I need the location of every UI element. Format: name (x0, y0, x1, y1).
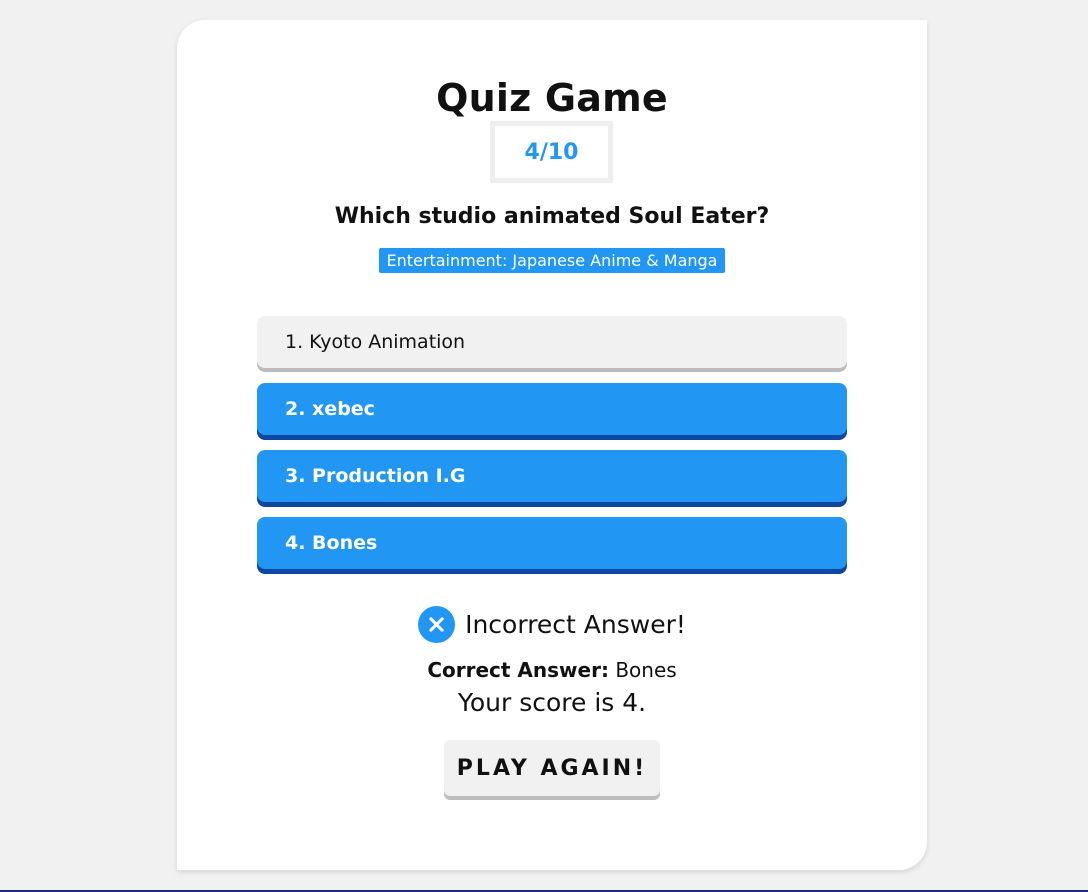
question-text: Which studio animated Soul Eater? (334, 204, 770, 229)
correct-answer-line: Correct Answer: Bones (177, 658, 927, 682)
quiz-card: Quiz Game 4/10 Which studio animated Sou… (177, 20, 927, 870)
result-text: Incorrect Answer! (465, 610, 686, 639)
page-title: Quiz Game (436, 76, 668, 120)
category-container: Entertainment: Japanese Anime & Manga (177, 248, 927, 273)
answer-option-1[interactable]: 1. Kyoto Animation (257, 316, 847, 368)
correct-answer-value: Bones (615, 658, 677, 682)
correct-answer-label: Correct Answer: (427, 658, 609, 682)
answer-option-4[interactable]: 4. Bones (257, 517, 847, 569)
answer-option-label: 4. Bones (285, 532, 378, 554)
answer-option-label: 2. xebec (285, 398, 375, 420)
answer-option-3[interactable]: 3. Production I.G (257, 450, 847, 502)
answer-list: 1. Kyoto Animation 2. xebec 3. Productio… (257, 316, 847, 584)
result-message: Incorrect Answer! (177, 606, 927, 643)
answer-option-label: 3. Production I.G (285, 465, 466, 487)
question-counter: 4/10 (490, 121, 613, 183)
answer-option-label: 1. Kyoto Animation (285, 331, 466, 353)
play-again-button[interactable]: PLAY AGAIN! (444, 740, 660, 796)
close-icon (418, 606, 456, 643)
score-text: Your score is 4. (457, 688, 647, 717)
category-badge: Entertainment: Japanese Anime & Manga (378, 248, 726, 273)
answer-option-2[interactable]: 2. xebec (257, 383, 847, 435)
